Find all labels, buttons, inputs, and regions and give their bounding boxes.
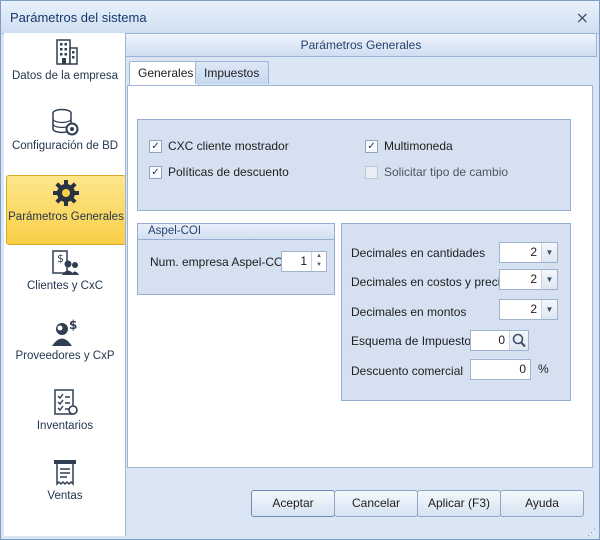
checkbox-box: ✓: [149, 166, 162, 179]
decimales-montos-select[interactable]: 2 ▼: [499, 299, 558, 320]
title-bar: Parámetros del sistema ⨯: [1, 1, 599, 34]
sidebar-item-label: Inventarios: [36, 420, 94, 432]
esquema-impuesto-value: 0: [498, 333, 505, 347]
checkbox-box: ✓: [149, 140, 162, 153]
sidebar-item-label: Configuración de BD: [11, 140, 119, 152]
decimales-cantidades-label: Decimales en cantidades: [351, 246, 486, 260]
cancelar-button[interactable]: Cancelar: [334, 490, 418, 517]
sidebar-item-label: Datos de la empresa: [11, 70, 119, 82]
checkbox-label: Multimoneda: [384, 139, 453, 153]
aspel-coi-group: Aspel-COI Num. empresa Aspel-COI 1 ▲ ▼: [137, 223, 335, 295]
aceptar-button[interactable]: Aceptar: [251, 490, 335, 517]
spin-down-icon[interactable]: ▼: [312, 261, 326, 270]
clients-money-icon: $: [52, 250, 79, 275]
spin-up-icon[interactable]: ▲: [312, 252, 326, 261]
svg-text:$: $: [57, 252, 64, 265]
panel-title: Parámetros Generales: [125, 33, 597, 57]
num-empresa-spinner[interactable]: 1 ▲ ▼: [281, 251, 327, 272]
button-bar: Aceptar Cancelar Aplicar (F3) Ayuda: [125, 468, 595, 536]
tab-generales[interactable]: Generales: [129, 61, 199, 86]
sidebar-item-label: Proveedores y CxP: [15, 350, 115, 362]
sidebar-item-inventarios[interactable]: Inventarios: [6, 385, 124, 453]
decimales-montos-value: 2: [530, 302, 537, 316]
sidebar-item-configuracion-bd[interactable]: Configuración de BD: [6, 105, 124, 173]
checkbox-label: Políticas de descuento: [168, 165, 289, 179]
database-gear-icon: [52, 108, 79, 136]
checkbox-box: [365, 166, 378, 179]
esquema-impuesto-field[interactable]: 0: [470, 330, 529, 351]
receipt-icon: [54, 460, 76, 486]
sidebar-item-proveedores-cxp[interactable]: $ Proveedores y CxP: [6, 315, 124, 383]
sidebar-item-datos-empresa[interactable]: Datos de la empresa: [6, 35, 124, 103]
checkbox-label: CXC cliente mostrador: [168, 139, 289, 153]
sidebar-item-label: Ventas: [47, 490, 83, 502]
main-panel: Parámetros Generales Generales Impuestos…: [125, 33, 597, 468]
num-empresa-value: 1: [300, 254, 307, 268]
multimoneda-checkbox[interactable]: ✓ Multimoneda: [365, 138, 545, 154]
svg-text:$: $: [69, 318, 77, 332]
resize-grip-icon[interactable]: ⋰: [587, 527, 597, 537]
decimales-cantidades-value: 2: [530, 245, 537, 259]
sidebar-item-label: Clientes y CxC: [26, 280, 104, 292]
chevron-down-icon[interactable]: ▼: [541, 270, 557, 289]
descuento-comercial-label: Descuento comercial: [351, 364, 464, 378]
provider-money-icon: $: [52, 318, 77, 346]
tab-impuestos[interactable]: Impuestos: [195, 61, 269, 84]
decimales-costos-label: Decimales en costos y precios: [351, 275, 514, 289]
sidebar-item-parametros-generales[interactable]: Parámetros Generales: [6, 175, 125, 245]
num-empresa-label: Num. empresa Aspel-COI: [150, 255, 287, 269]
building-icon: [56, 39, 78, 65]
aspel-coi-title: Aspel-COI: [138, 224, 334, 240]
tab-page-generales: ✓ CXC cliente mostrador ✓ Políticas de d…: [127, 85, 593, 468]
parametros-dialog: Parámetros del sistema ⨯ Datos de la emp…: [0, 0, 600, 540]
sidebar: Datos de la empresa Configuración de BD: [4, 33, 126, 536]
sidebar-item-label: Parámetros Generales: [8, 211, 124, 223]
checkbox-label: Solicitar tipo de cambio: [384, 165, 509, 179]
sidebar-item-clientes-cxc[interactable]: $ Clientes y CxC: [6, 245, 124, 313]
percent-sign: %: [538, 362, 549, 376]
decimales-montos-label: Decimales en montos: [351, 305, 467, 319]
descuento-comercial-field[interactable]: 0: [470, 359, 531, 380]
solicitar-tipo-cambio-checkbox[interactable]: Solicitar tipo de cambio: [365, 164, 545, 180]
checkbox-box: ✓: [365, 140, 378, 153]
sidebar-item-ventas[interactable]: Ventas: [6, 455, 124, 523]
checklist-icon: [54, 389, 78, 415]
descuento-comercial-value: 0: [519, 362, 526, 376]
chevron-down-icon[interactable]: ▼: [541, 243, 557, 262]
chevron-down-icon[interactable]: ▼: [541, 300, 557, 319]
decimales-costos-value: 2: [530, 272, 537, 286]
decimales-costos-select[interactable]: 2 ▼: [499, 269, 558, 290]
gear-icon: [53, 180, 79, 206]
aplicar-button[interactable]: Aplicar (F3): [417, 490, 501, 517]
esquema-impuesto-label: Esquema de Impuesto: [351, 334, 472, 348]
options-group: ✓ CXC cliente mostrador ✓ Políticas de d…: [137, 119, 571, 211]
cxc-cliente-mostrador-checkbox[interactable]: ✓ CXC cliente mostrador: [149, 138, 329, 154]
politicas-descuento-checkbox[interactable]: ✓ Políticas de descuento: [149, 164, 329, 180]
decimals-group: Decimales en cantidades 2 ▼ Decimales en…: [341, 223, 571, 401]
search-icon[interactable]: [509, 331, 528, 350]
ayuda-button[interactable]: Ayuda: [500, 490, 584, 517]
decimales-cantidades-select[interactable]: 2 ▼: [499, 242, 558, 263]
close-icon[interactable]: ⨯: [576, 8, 589, 28]
window-title: Parámetros del sistema: [10, 10, 147, 25]
